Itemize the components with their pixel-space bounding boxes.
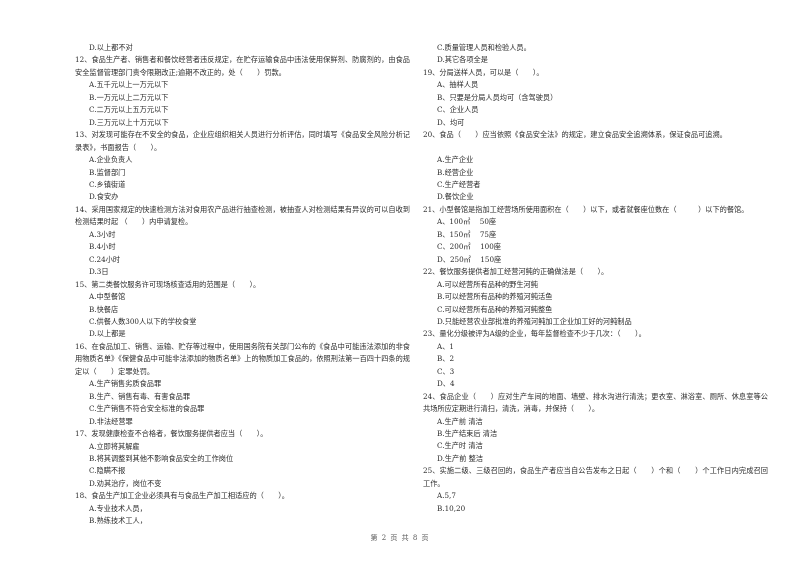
answer-option: B.将其调整到其他不影响食品安全的工作岗位 (89, 453, 234, 463)
right-column: C.质量管理人员和检验人员。 D.其它各项全是 19、分局送样人员，可以是（ ）。 A… (423, 42, 768, 515)
question-23: 23、量化分级被评为A级的企业，每年监督检查不少于几次：（ ）。 A、1 B、2 C、… (423, 328, 768, 390)
answer-option: B.4小时 (89, 242, 116, 252)
question-stem: 19、分局送样人员，可以是（ ）。 (423, 67, 544, 77)
question-stem: 15、第二类餐饮服务许可现场核查适用的范围是（ ）。 (75, 279, 261, 289)
answer-option: C.乡镇街道 (89, 179, 126, 189)
question-19: 19、分局送样人员，可以是（ ）。 A、抽样人员 B、只要是分局人员均可（含驾驶员）… (423, 67, 768, 129)
answer-option: A.中型餐馆 (89, 292, 126, 302)
answer-option: B.10,20 (437, 503, 466, 513)
answer-option: D.三万元以上十万元以下 (89, 117, 169, 127)
continuation-option: D.以上都不对 (89, 43, 133, 52)
page-number-footer: 第 2 页 共 8 页 (370, 534, 430, 542)
answer-option: D、250㎡ 150座 (437, 254, 502, 264)
answer-option: B、只要是分局人员均可（含驾驶员） (437, 92, 558, 102)
answer-option: A.生产前 清洁 (437, 416, 483, 426)
question-stem: 12、食品生产者、销售者和餐饮经营者违反规定，在贮存运输食品中违法使用保鲜剂、防… (75, 55, 410, 77)
answer-option: A、抽样人员 (437, 80, 479, 90)
continuation-option: D.其它各项全是 (437, 55, 488, 65)
answer-option: A.生产企业 (437, 155, 474, 165)
answer-option: A.立即将其解雇 (89, 441, 140, 451)
answer-option: B.可以经营所有品种的养殖河鲀活鱼 (437, 292, 553, 302)
continuation-option: C.质量管理人员和检验人员。 (437, 43, 531, 52)
answer-option: A.专业技术人员， (89, 503, 147, 513)
answer-option: C、企业人员 (437, 105, 479, 115)
answer-option: D、4 (437, 379, 455, 389)
answer-option: C.隐瞒不报 (89, 466, 126, 476)
answer-option: A、100㎡ 50座 (437, 217, 497, 227)
question-18: 18、食品生产加工企业必须具有与食品生产加工相适应的（ ）。 A.专业技术人员， B… (75, 490, 410, 527)
answer-option: D、均可 (437, 117, 465, 127)
question-21: 21、小型餐馆是指加工经营场所使用面积在（ ）以下，或者就餐座位数在（ ）以下的… (423, 204, 768, 266)
answer-option: C.生产销售不符合安全标准的食品罪 (89, 404, 205, 414)
question-24: 24、食品企业（ ）应对生产车间的地面、墙壁、排水沟进行清洗；更衣室、淋浴室、厕… (423, 391, 768, 466)
question-stem: 25、实施二级、三级召回的，食品生产者应当自公告发布之日起（ ）个和（ ）个工作… (423, 466, 768, 488)
answer-option: D.以上都是 (89, 329, 126, 339)
answer-option: B、150㎡ 75座 (437, 229, 497, 239)
question-25: 25、实施二级、三级召回的，食品生产者应当自公告发布之日起（ ）个和（ ）个工作… (423, 465, 768, 515)
answer-option: A.3小时 (89, 229, 116, 239)
question-20: 20、食品（ ）应当依照《食品安全法》的规定，建立食品安全追溯体系，保证食品可追… (423, 129, 768, 204)
answer-option: B.快餐店 (89, 304, 119, 314)
question-17: 17、发现健康检查不合格者，餐饮服务提供者应当（ ）。 A.立即将其解雇 B.将其调… (75, 428, 410, 490)
question-stem: 24、食品企业（ ）应对生产车间的地面、墙壁、排水沟进行清洗；更衣室、淋浴室、厕… (423, 391, 768, 414)
answer-option: B.一万元以上二万元以下 (89, 92, 169, 102)
answer-option: A.可以经营所有品种的野生河鲀 (437, 279, 538, 289)
answer-option: D.只能经营农业部批准的养殖河鲀加工企业加工好的河鲀制品 (437, 316, 632, 326)
question-13: 13、对发现可能存在不安全的食品，企业应组织相关人员进行分析评估，同时填写《食品… (75, 129, 410, 204)
question-16: 16、在食品加工、销售、运输、贮存等过程中，使用国务院有关部门公布的《食品中可能… (75, 341, 410, 428)
question-stem: 17、发现健康检查不合格者，餐饮服务提供者应当（ ）。 (75, 429, 268, 439)
question-stem: 16、在食品加工、销售、运输、贮存等过程中，使用国务院有关部门公布的《食品中可能… (75, 341, 410, 376)
answer-option: D.食安办 (89, 192, 119, 202)
answer-option: A.企业负责人 (89, 155, 133, 165)
answer-option: C、200㎡ 100座 (437, 242, 501, 252)
question-stem: 21、小型餐馆是指加工经营场所使用面积在（ ）以下，或者就餐座位数在（ ）以下的… (423, 204, 749, 214)
question-14: 14、采用国家规定的快速检测方法对食用农产品进行抽查检测，被抽查人对检测结果有异… (75, 204, 410, 279)
question-stem: 22、餐饮服务提供者加工经营河鲀的正确做法是（ ）。 (423, 267, 609, 277)
answer-option: D.劝其治疗，岗位不变 (89, 478, 162, 488)
answer-option: B.经营企业 (437, 167, 474, 177)
answer-option: B.熟练技术工人， (89, 516, 147, 526)
question-15: 15、第二类餐饮服务许可现场核查适用的范围是（ ）。 A.中型餐馆 B.快餐店 C.供… (75, 279, 410, 341)
answer-option: D.餐饮企业 (437, 192, 474, 202)
answer-option: A.五千元以上一万元以下 (89, 80, 169, 90)
question-stem: 13、对发现可能存在不安全的食品，企业应组织相关人员进行分析评估，同时填写《食品… (75, 130, 410, 152)
answer-option: C.24小时 (89, 254, 121, 264)
answer-option: C.生产时 清洁 (437, 441, 483, 451)
answer-option: C.可以经营所有品种的养殖河鲀整鱼 (437, 304, 553, 314)
answer-option: A.5,7 (437, 491, 456, 501)
question-stem: 23、量化分级被评为A级的企业，每年监督检查不少于几次：（ ）。 (423, 329, 646, 339)
question-12: 12、食品生产者、销售者和餐饮经营者违反规定，在贮存运输食品中违法使用保鲜剂、防… (75, 54, 410, 129)
question-stem: 14、采用国家规定的快速检测方法对食用农产品进行抽查检测，被抽查人对检测结果有异… (75, 204, 410, 227)
question-stem: 18、食品生产加工企业必须具有与食品生产加工相适应的（ ）。 (75, 491, 289, 501)
answer-option: A.生产销售劣质食品罪 (89, 379, 162, 389)
answer-option: D.非法经营罪 (89, 416, 133, 426)
answer-option: C、3 (437, 366, 455, 376)
question-stem: 20、食品（ ）应当依照《食品安全法》的规定，建立食品安全追溯体系，保证食品可追… (423, 130, 727, 140)
answer-option: C.生产经营者 (437, 179, 481, 189)
answer-option: B.监督部门 (89, 167, 126, 177)
answer-option: C.二万元以上五万元以下 (89, 105, 169, 115)
answer-option: D.生产前 整洁 (437, 453, 484, 463)
answer-option: B.生产结束后 清洁 (437, 429, 498, 439)
left-column: D.以上都不对 12、食品生产者、销售者和餐饮经营者违反规定，在贮存运输食品中违法… (75, 42, 410, 528)
answer-option: C.供餐人数300人以下的学校食堂 (89, 316, 197, 326)
answer-option: B.生产、销售有毒、有害食品罪 (89, 391, 191, 401)
answer-option: B、2 (437, 354, 455, 364)
answer-option: A、1 (437, 341, 454, 351)
answer-option: D.3日 (89, 267, 109, 277)
question-22: 22、餐饮服务提供者加工经营河鲀的正确做法是（ ）。 A.可以经营所有品种的野生河… (423, 266, 768, 328)
